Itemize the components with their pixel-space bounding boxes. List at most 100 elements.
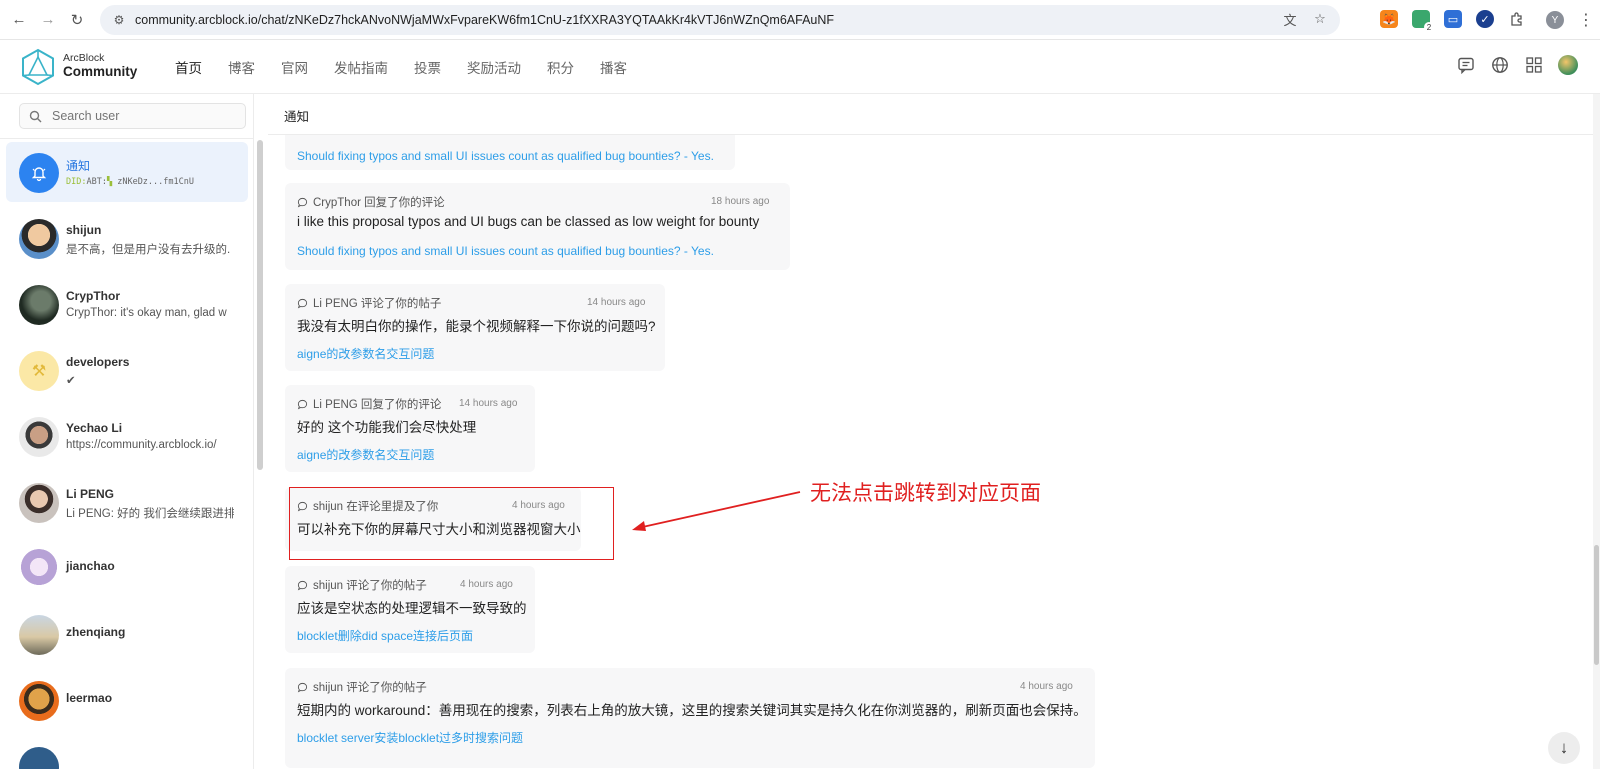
contact-name: Li PENG: [66, 487, 115, 501]
nav-website[interactable]: 官网: [281, 57, 308, 77]
search-box[interactable]: [19, 103, 246, 129]
contact-zhenqiang[interactable]: zhenqiang: [6, 604, 248, 664]
page-title: 通知: [284, 110, 310, 124]
contact-name: developers: [66, 355, 130, 369]
back-icon[interactable]: ←: [9, 10, 29, 30]
notification-meta-text: Li PENG 评论了你的帖子: [313, 298, 442, 310]
screen-extension-icon[interactable]: ▭: [1444, 10, 1462, 28]
contact-leermao[interactable]: leermao: [6, 670, 248, 730]
notification-link[interactable]: blocklet删除did space连接后页面: [297, 627, 473, 644]
contact-notifications[interactable]: 通知 DID:ABT:▚ zNKeDz...fm1CnU: [6, 142, 248, 202]
did-short: zNKeDz...fm1CnU: [117, 177, 194, 187]
main-scrollbar-thumb[interactable]: [1594, 545, 1599, 665]
search-icon: [28, 109, 42, 123]
metamask-extension-icon[interactable]: 🦊: [1380, 10, 1398, 28]
notification-link[interactable]: Should fixing typos and small UI issues …: [297, 149, 714, 163]
bookmark-star-icon[interactable]: ☆: [1312, 11, 1328, 27]
top-nav: 首页 博客 官网 发帖指南 投票 奖励活动 积分 播客: [175, 57, 653, 77]
contact-yechao-li[interactable]: Yechao Li https://community.arcblock.io/: [6, 406, 248, 466]
notification-body: 我没有太明白你的操作，能录个视频解释一下你说的问题吗?: [297, 319, 656, 334]
nav-posting-guide[interactable]: 发帖指南: [334, 57, 388, 77]
notification-meta-text: Li PENG 回复了你的评论: [313, 399, 442, 411]
notification-meta-text: CrypThor 回复了你的评论: [313, 197, 445, 209]
scroll-down-button[interactable]: ↓: [1548, 732, 1580, 764]
comment-icon: [297, 682, 308, 692]
notification-time: 14 hours ago: [459, 398, 518, 409]
notification-link[interactable]: aigne的改参数名交互问题: [297, 345, 434, 362]
url-text[interactable]: community.arcblock.io/chat/zNKeDz7hckANv…: [135, 13, 834, 27]
notification-card: Should fixing typos and small UI issues …: [285, 135, 735, 170]
avatar: [19, 219, 59, 259]
notification-feed: Should fixing typos and small UI issues …: [268, 135, 1600, 769]
contact-last-message: 是不高，但是用户没有去升级的.: [66, 244, 231, 256]
check-extension-icon[interactable]: ✓: [1476, 10, 1494, 28]
contact-name: 通知: [66, 159, 91, 173]
brand[interactable]: ArcBlock Community: [63, 52, 137, 80]
nav-rewards[interactable]: 奖励活动: [467, 57, 521, 77]
notification-meta: shijun 评论了你的帖子: [297, 577, 427, 593]
did-icon: ▚: [106, 177, 118, 187]
contact-partial[interactable]: [6, 736, 248, 769]
nav-blog[interactable]: 博客: [228, 57, 255, 77]
contact-name: shijun: [66, 223, 102, 237]
search-user-input[interactable]: [52, 109, 232, 123]
nav-home[interactable]: 首页: [175, 57, 202, 77]
site-settings-icon[interactable]: ⚙: [112, 13, 126, 27]
sidebar-scrollbar[interactable]: [257, 140, 263, 470]
comment-icon: [297, 580, 308, 590]
notification-card: Li PENG 回复了你的评论 14 hours ago 好的 这个功能我们会尽…: [285, 385, 535, 472]
contact-crypthor[interactable]: CrypThor CrypThor: it's okay man, glad w: [6, 274, 248, 334]
notification-meta: CrypThor 回复了你的评论: [297, 194, 445, 210]
reload-icon[interactable]: ↻: [67, 10, 87, 30]
forward-icon[interactable]: →: [38, 10, 58, 30]
contact-name: jianchao: [66, 559, 115, 573]
notification-link[interactable]: blocklet server安装blocklet过多时搜索问题: [297, 729, 523, 746]
nav-vote[interactable]: 投票: [414, 57, 441, 77]
chat-icon[interactable]: [1456, 55, 1476, 75]
notification-time: 18 hours ago: [711, 196, 770, 207]
notification-body: 短期内的 workaround：善用现在的搜索，列表右上角的放大镜，这里的搜索关…: [297, 703, 1087, 718]
notification-link[interactable]: Should fixing typos and small UI issues …: [297, 244, 714, 258]
puzzle-extensions-icon[interactable]: [1508, 10, 1526, 28]
apps-grid-icon[interactable]: [1524, 55, 1544, 75]
avatar: [19, 549, 59, 589]
globe-icon[interactable]: [1490, 55, 1510, 75]
notification-card: shijun 评论了你的帖子 4 hours ago 应该是空状态的处理逻辑不一…: [285, 566, 535, 653]
annotation-text: 无法点击跳转到对应页面: [810, 482, 1041, 505]
comment-icon: [297, 298, 308, 308]
notification-meta: Li PENG 回复了你的评论: [297, 396, 441, 412]
wallet-extension-icon[interactable]: 2: [1412, 10, 1434, 32]
contact-name: leermao: [66, 691, 113, 705]
avatar: [19, 747, 59, 769]
contact-li-peng[interactable]: Li PENG Li PENG: 好的 我们会继续跟进排: [6, 472, 248, 532]
avatar: [19, 681, 59, 721]
did-address: DID:ABT:▚ zNKeDz...fm1CnU: [66, 177, 194, 187]
annotation-highlight-box: [289, 487, 614, 560]
nav-points[interactable]: 积分: [547, 57, 574, 77]
address-bar[interactable]: ⚙ community.arcblock.io/chat/zNKeDz7hckA…: [100, 5, 1340, 35]
notification-meta-text: shijun 评论了你的帖子: [313, 580, 427, 592]
notification-body: i like this proposal typos and UI bugs c…: [297, 214, 760, 229]
contact-last-message: CrypThor: it's okay man, glad w: [66, 307, 227, 319]
bell-icon: [19, 153, 59, 193]
browser-menu-icon[interactable]: ⋮: [1578, 10, 1594, 30]
notification-time: 14 hours ago: [587, 297, 646, 308]
contact-developers[interactable]: ⚒ developers ✔: [6, 340, 248, 400]
notification-card: CrypThor 回复了你的评论 18 hours ago i like thi…: [285, 183, 790, 270]
extension-badge: 2: [1424, 22, 1434, 32]
did-prefix: DID:: [66, 177, 87, 187]
notification-meta-text: shijun 评论了你的帖子: [313, 682, 427, 694]
contact-shijun[interactable]: shijun 是不高，但是用户没有去升级的.: [6, 208, 248, 268]
notifications-panel: 通知 Should fixing typos and small UI issu…: [268, 94, 1600, 769]
user-avatar[interactable]: [1558, 55, 1578, 75]
profile-avatar[interactable]: Y: [1546, 11, 1564, 29]
notification-time: 4 hours ago: [460, 579, 513, 590]
contact-jianchao[interactable]: jianchao: [6, 538, 248, 598]
contact-last-message: Li PENG: 好的 我们会继续跟进排: [66, 508, 234, 520]
contact-name: CrypThor: [66, 289, 120, 303]
nav-podcast[interactable]: 播客: [600, 57, 627, 77]
annotation-arrow: [632, 491, 801, 531]
translate-icon[interactable]: 文: [1282, 11, 1298, 28]
arcblock-logo[interactable]: [21, 48, 55, 86]
notification-link[interactable]: aigne的改参数名交互问题: [297, 446, 434, 463]
